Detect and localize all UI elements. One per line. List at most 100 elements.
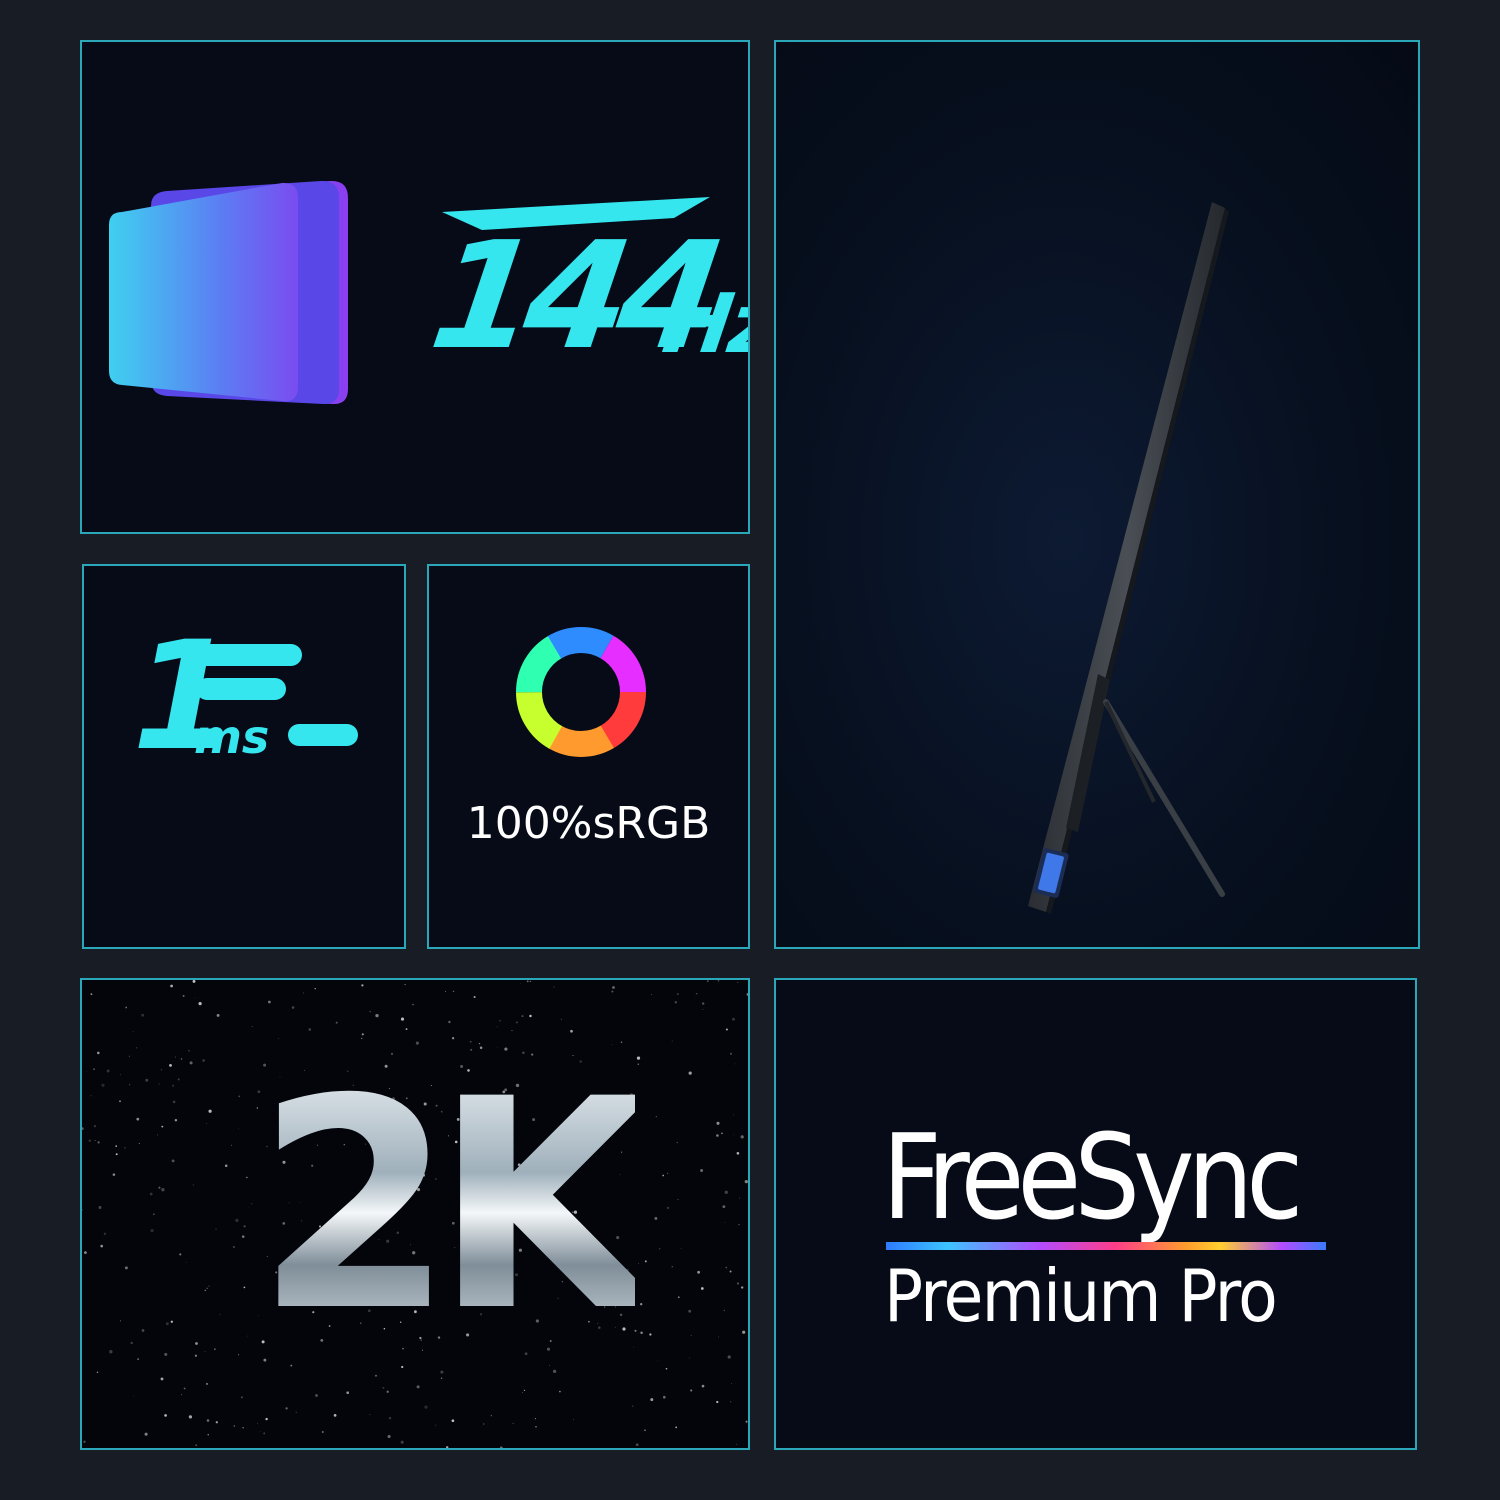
star (124, 1147, 126, 1149)
star (182, 994, 185, 997)
star (164, 1352, 168, 1356)
star (688, 1071, 692, 1075)
star (690, 1389, 693, 1392)
star (511, 1030, 513, 1032)
star (93, 1068, 95, 1071)
color-wheel-icon (516, 627, 646, 757)
star (559, 1390, 561, 1393)
star (195, 1444, 198, 1447)
freesync-title: FreeSync (882, 1108, 1303, 1246)
star (231, 1144, 233, 1146)
star (170, 1320, 173, 1323)
star (295, 1411, 297, 1413)
portable-monitor-side-view (1028, 202, 1229, 914)
star (640, 1331, 643, 1334)
star (202, 1059, 205, 1062)
star (535, 1426, 537, 1428)
star (133, 1395, 135, 1397)
star (215, 1228, 217, 1230)
freesync-subtitle: Premium Pro (884, 1254, 1278, 1338)
freesync-color-bar (886, 1242, 1326, 1250)
star (386, 1390, 389, 1393)
star (729, 1052, 733, 1055)
star (285, 1407, 288, 1410)
star (164, 1414, 167, 1417)
star (216, 1013, 220, 1017)
star (734, 1063, 736, 1065)
star (515, 1021, 518, 1024)
star (702, 1009, 704, 1011)
star (644, 1260, 647, 1263)
star (649, 1333, 652, 1336)
star (160, 1068, 163, 1071)
star (444, 991, 447, 993)
star (206, 1123, 208, 1124)
star (98, 1206, 102, 1209)
star (161, 1188, 165, 1192)
star (529, 1014, 532, 1018)
star (243, 1286, 246, 1289)
star (97, 1051, 100, 1055)
star (158, 1186, 161, 1189)
star (119, 1100, 121, 1103)
star (238, 1128, 239, 1130)
star (97, 1141, 100, 1144)
star (158, 1083, 160, 1085)
star (412, 1003, 414, 1006)
star (697, 1270, 701, 1274)
star (512, 1422, 514, 1424)
refresh-rate-tile: 144 Hz (80, 40, 750, 534)
star (375, 1013, 379, 1018)
star (198, 1001, 202, 1006)
star (635, 1443, 639, 1447)
star (192, 980, 196, 983)
star (424, 1405, 428, 1409)
resolution-tile: 2K (80, 978, 750, 1450)
star (675, 1426, 678, 1429)
star (521, 1391, 524, 1394)
star (88, 1139, 92, 1142)
star (189, 1061, 193, 1065)
star (716, 1400, 719, 1404)
star (657, 1360, 659, 1362)
star (729, 1270, 732, 1273)
star (246, 1176, 248, 1179)
star (742, 1330, 746, 1334)
resolution-label: 2K (255, 1038, 654, 1375)
star (674, 1001, 678, 1004)
star (676, 1141, 678, 1144)
star (157, 1134, 158, 1136)
star (737, 981, 739, 983)
star (172, 1084, 175, 1087)
star (716, 1121, 720, 1125)
star (315, 1394, 318, 1397)
star (690, 1335, 692, 1336)
star (93, 1125, 97, 1128)
star (188, 1415, 193, 1419)
star (86, 1071, 88, 1072)
star (83, 1440, 86, 1443)
star (115, 1153, 118, 1156)
star (247, 1207, 249, 1209)
star (233, 1425, 236, 1427)
star (718, 1336, 720, 1338)
star (321, 1431, 324, 1433)
star (208, 1285, 210, 1287)
star (207, 1434, 209, 1436)
star (333, 1414, 337, 1417)
star (208, 1109, 212, 1113)
star (725, 1028, 728, 1031)
star (636, 1056, 641, 1060)
star (183, 1387, 186, 1390)
star (224, 1164, 228, 1168)
star (82, 1127, 84, 1130)
star (214, 1348, 216, 1350)
star (665, 1367, 668, 1370)
star (130, 1341, 133, 1345)
star (655, 1116, 657, 1118)
star (119, 1074, 121, 1076)
star (570, 1029, 573, 1033)
star (695, 992, 698, 995)
star (405, 1028, 408, 1031)
star (96, 1371, 99, 1374)
